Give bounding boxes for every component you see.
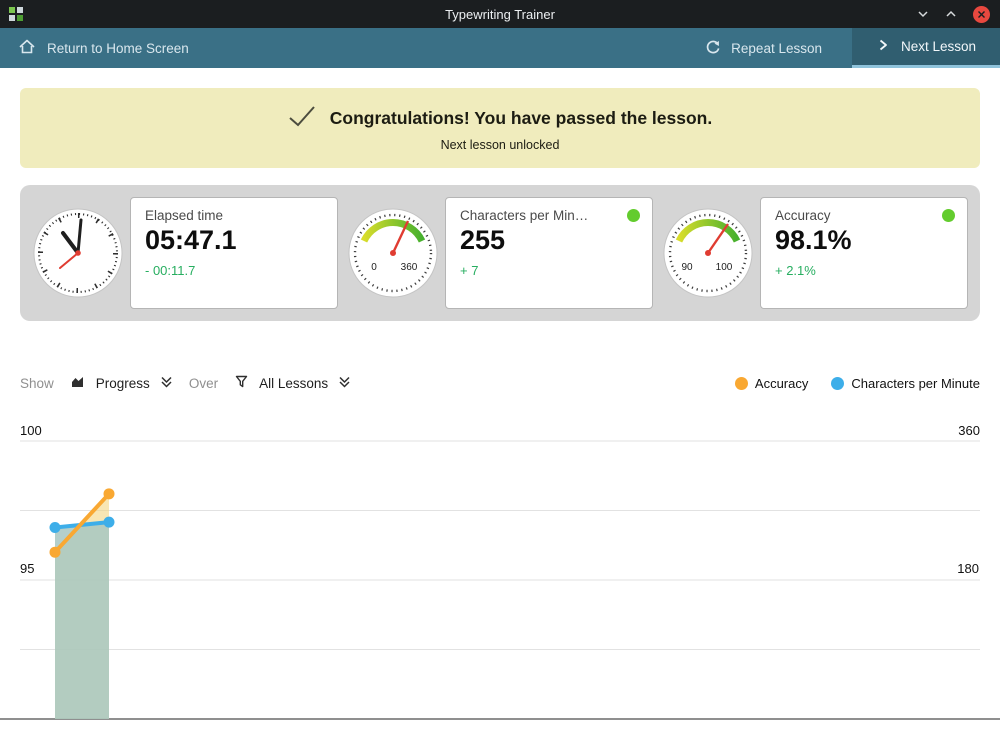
right-axis-tick: 360 <box>958 423 980 439</box>
stat-card: Characters per Min… 255 + 7 <box>445 197 653 309</box>
stat-value: 05:47.1 <box>145 225 323 256</box>
next-lesson-label: Next Lesson <box>901 39 976 54</box>
stat-delta: - 00:11.7 <box>145 263 323 278</box>
titlebar: Typewriting Trainer <box>0 0 1000 28</box>
chart-icon <box>70 374 86 393</box>
banner-title: Congratulations! You have passed the les… <box>330 108 713 129</box>
repeat-lesson-label: Repeat Lesson <box>731 41 822 56</box>
stat-cpm: 0 360 Characters per Min… 255 + 7 <box>347 197 653 309</box>
return-home-button[interactable]: Return to Home Screen <box>18 38 189 58</box>
stat-label: Elapsed time <box>145 208 315 223</box>
repeat-icon <box>705 39 721 58</box>
progress-chart: 100 95 360 180 <box>0 420 1000 729</box>
cpm-gauge-icon: 0 360 <box>347 207 439 299</box>
return-home-label: Return to Home Screen <box>47 41 189 56</box>
next-icon <box>876 38 890 55</box>
status-indicator <box>942 209 955 222</box>
accuracy-legend-label: Accuracy <box>755 376 808 391</box>
close-icon[interactable] <box>973 6 990 23</box>
over-label: Over <box>189 376 218 391</box>
graph-filter-bar: Show Progress Over All Lessons Accuracy <box>20 369 980 397</box>
stats-panel: Elapsed time 05:47.1 - 00:11.7 0 360 Cha… <box>20 185 980 321</box>
banner-subtitle: Next lesson unlocked <box>441 138 560 152</box>
stat-label: Characters per Min… <box>460 208 630 223</box>
show-label: Show <box>20 376 54 391</box>
cpm-legend-label: Characters per Minute <box>851 376 980 391</box>
cpm-legend-dot <box>831 377 844 390</box>
left-axis-tick: 95 <box>20 561 34 577</box>
success-banner: Congratulations! You have passed the les… <box>20 88 980 168</box>
home-icon <box>18 38 36 58</box>
next-lesson-button[interactable]: Next Lesson <box>852 28 1000 68</box>
toolbar: Return to Home Screen Repeat Lesson Next… <box>0 28 1000 68</box>
repeat-lesson-button[interactable]: Repeat Lesson <box>705 39 822 58</box>
clock-icon <box>32 207 124 299</box>
chart-legend: Accuracy Characters per Minute <box>735 376 980 391</box>
minimize-icon[interactable] <box>917 8 929 20</box>
gauge-min-label: 0 <box>371 262 377 273</box>
right-axis-tick: 180 <box>957 561 979 577</box>
accuracy-gauge-icon: 90 100 <box>662 207 754 299</box>
stat-label: Accuracy <box>775 208 945 223</box>
window-title: Typewriting Trainer <box>0 7 1000 22</box>
stat-card: Elapsed time 05:47.1 - 00:11.7 <box>130 197 338 309</box>
stat-value: 255 <box>460 225 638 256</box>
stat-accuracy: 90 100 Accuracy 98.1% + 2.1% <box>662 197 968 309</box>
gauge-max-label: 360 <box>401 262 418 273</box>
lessons-dropdown[interactable]: All Lessons <box>234 374 351 392</box>
progress-dropdown-value: Progress <box>96 376 150 391</box>
stat-card: Accuracy 98.1% + 2.1% <box>760 197 968 309</box>
filter-funnel-icon <box>234 374 249 392</box>
stat-value: 98.1% <box>775 225 953 256</box>
gauge-max-label: 100 <box>716 262 733 273</box>
accuracy-legend-dot <box>735 377 748 390</box>
progress-dropdown[interactable]: Progress <box>70 374 173 393</box>
app-icon <box>8 6 24 22</box>
gauge-min-label: 90 <box>681 262 693 273</box>
maximize-icon[interactable] <box>945 8 957 20</box>
stat-delta: + 2.1% <box>775 263 953 278</box>
lessons-dropdown-value: All Lessons <box>259 376 328 391</box>
chart-canvas <box>0 420 1000 729</box>
left-axis-tick: 100 <box>20 423 42 439</box>
double-chevron-down-icon <box>338 375 351 392</box>
stat-elapsed-time: Elapsed time 05:47.1 - 00:11.7 <box>32 197 338 309</box>
check-icon <box>288 105 316 132</box>
double-chevron-down-icon <box>160 375 173 392</box>
status-indicator <box>627 209 640 222</box>
app-window: { "window": { "title": "Typewriting Trai… <box>0 0 1000 729</box>
stat-delta: + 7 <box>460 263 638 278</box>
